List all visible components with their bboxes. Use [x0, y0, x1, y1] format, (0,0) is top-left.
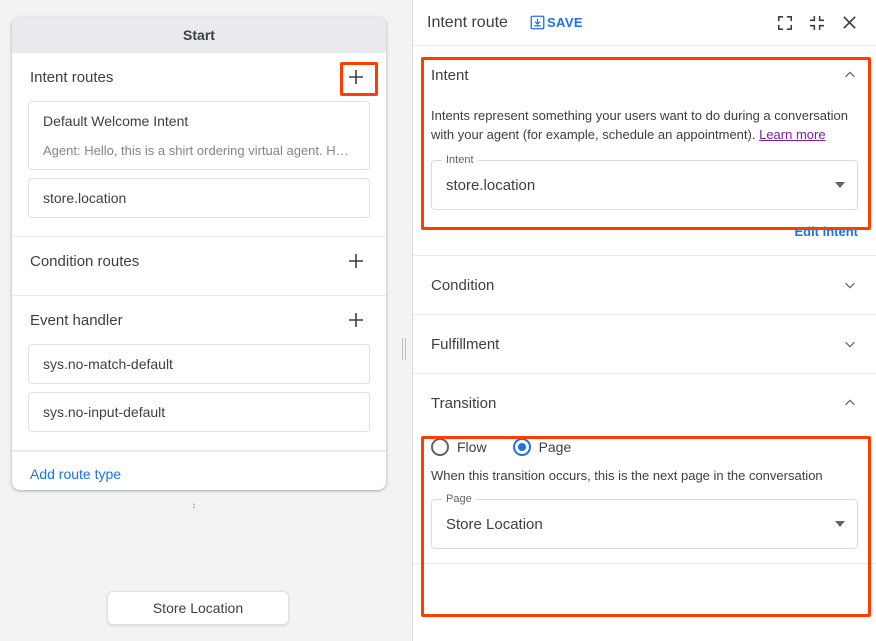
section-title-condition-routes: Condition routes [30, 253, 139, 270]
section-fulfillment: Fulfillment [413, 315, 876, 374]
radio-page-label[interactable]: Page [539, 439, 572, 455]
radio-page[interactable] [513, 438, 531, 456]
add-route-type-row: Add route type [12, 451, 386, 484]
section-header-condition-routes: Condition routes [12, 237, 386, 285]
close-icon [841, 14, 858, 31]
start-page-node[interactable]: Start Intent routes Default Welcome Inte… [12, 17, 386, 490]
route-subtitle: Agent: Hello, this is a shirt ordering v… [43, 143, 355, 158]
radio-flow[interactable] [431, 438, 449, 456]
edit-intent-link[interactable]: Edit intent [794, 224, 858, 239]
add-event-handler-button[interactable] [344, 308, 368, 332]
add-route-type-link[interactable]: Add route type [30, 466, 121, 482]
section-transition-header[interactable]: Transition [413, 374, 876, 432]
page-select-label: Page [442, 493, 476, 506]
route-title: sys.no-match-default [43, 356, 355, 372]
page-select-value: Store Location [446, 516, 543, 533]
list-item[interactable]: sys.no-match-default [28, 344, 370, 384]
page-title: Intent route [427, 14, 508, 32]
section-header-event-handler: Event handler [12, 296, 386, 344]
section-intent-body: Intents represent something your users w… [413, 106, 876, 224]
plus-icon [347, 68, 365, 86]
section-fulfillment-header[interactable]: Fulfillment [413, 315, 876, 373]
learn-more-link[interactable]: Learn more [759, 127, 825, 142]
plus-icon [347, 252, 365, 270]
route-title: Default Welcome Intent [43, 113, 355, 129]
chevron-down-icon[interactable] [842, 277, 858, 293]
panel-header: Intent route SAVE [413, 0, 876, 46]
caret-down-icon[interactable] [835, 182, 845, 190]
intent-select[interactable]: Intent store.location [431, 160, 858, 210]
fullscreen-expand-icon [777, 15, 793, 31]
transition-target-type-group: Flow Page [431, 438, 858, 456]
section-event-handler: Event handler sys.no-match-default sys.n… [12, 296, 386, 451]
close-panel-button[interactable] [836, 10, 862, 36]
caret-down-icon[interactable] [835, 521, 845, 529]
section-condition-header[interactable]: Condition [413, 256, 876, 314]
section-transition-title: Transition [431, 395, 496, 412]
intent-select-value: store.location [446, 177, 535, 194]
edit-intent-row: Edit intent [413, 224, 876, 255]
start-node-title: Start [12, 17, 386, 53]
section-intent-routes: Intent routes Default Welcome Intent Age… [12, 53, 386, 237]
app-root: Start Intent routes Default Welcome Inte… [0, 0, 876, 641]
list-item[interactable]: store.location [28, 178, 370, 218]
section-fulfillment-title: Fulfillment [431, 336, 499, 353]
transition-description: When this transition occurs, this is the… [431, 468, 858, 483]
save-download-icon [530, 15, 545, 30]
add-intent-route-button[interactable] [344, 65, 368, 89]
section-title-event-handler: Event handler [30, 312, 123, 329]
save-button-label: SAVE [547, 15, 583, 30]
add-condition-route-button[interactable] [344, 249, 368, 273]
section-intent: Intent Intents represent something your … [413, 46, 876, 256]
flow-connector [193, 492, 195, 520]
splitter-grip-icon [402, 338, 408, 360]
section-intent-header[interactable]: Intent [413, 46, 876, 104]
expand-panel-button[interactable] [772, 10, 798, 36]
plus-icon [347, 311, 365, 329]
section-header-intent-routes: Intent routes [12, 53, 386, 101]
save-button[interactable]: SAVE [530, 15, 583, 30]
chevron-up-icon[interactable] [842, 67, 858, 83]
chevron-up-icon[interactable] [842, 395, 858, 411]
chevron-down-icon[interactable] [842, 336, 858, 352]
section-transition: Transition Flow Page When this transitio… [413, 374, 876, 564]
section-transition-body: Flow Page When this transition occurs, t… [413, 438, 876, 563]
flow-canvas: Start Intent routes Default Welcome Inte… [0, 0, 398, 641]
panel-splitter[interactable] [398, 0, 412, 641]
page-node-store-location[interactable]: Store Location [107, 591, 289, 625]
list-item[interactable]: Default Welcome Intent Agent: Hello, thi… [28, 101, 370, 170]
intent-description: Intents represent something your users w… [431, 106, 858, 144]
collapse-panel-button[interactable] [804, 10, 830, 36]
section-condition: Condition [413, 256, 876, 315]
page-node-label: Store Location [153, 600, 243, 616]
radio-flow-label[interactable]: Flow [457, 439, 487, 455]
section-title-intent-routes: Intent routes [30, 69, 113, 86]
section-condition-routes: Condition routes [12, 237, 386, 296]
page-select[interactable]: Page Store Location [431, 499, 858, 549]
intent-select-label: Intent [442, 154, 478, 167]
route-title: sys.no-input-default [43, 404, 355, 420]
route-title: store.location [43, 190, 355, 206]
section-intent-title: Intent [431, 67, 469, 84]
section-condition-title: Condition [431, 277, 494, 294]
fullscreen-collapse-icon [809, 15, 825, 31]
list-item[interactable]: sys.no-input-default [28, 392, 370, 432]
intent-route-panel: Intent route SAVE [412, 0, 876, 641]
